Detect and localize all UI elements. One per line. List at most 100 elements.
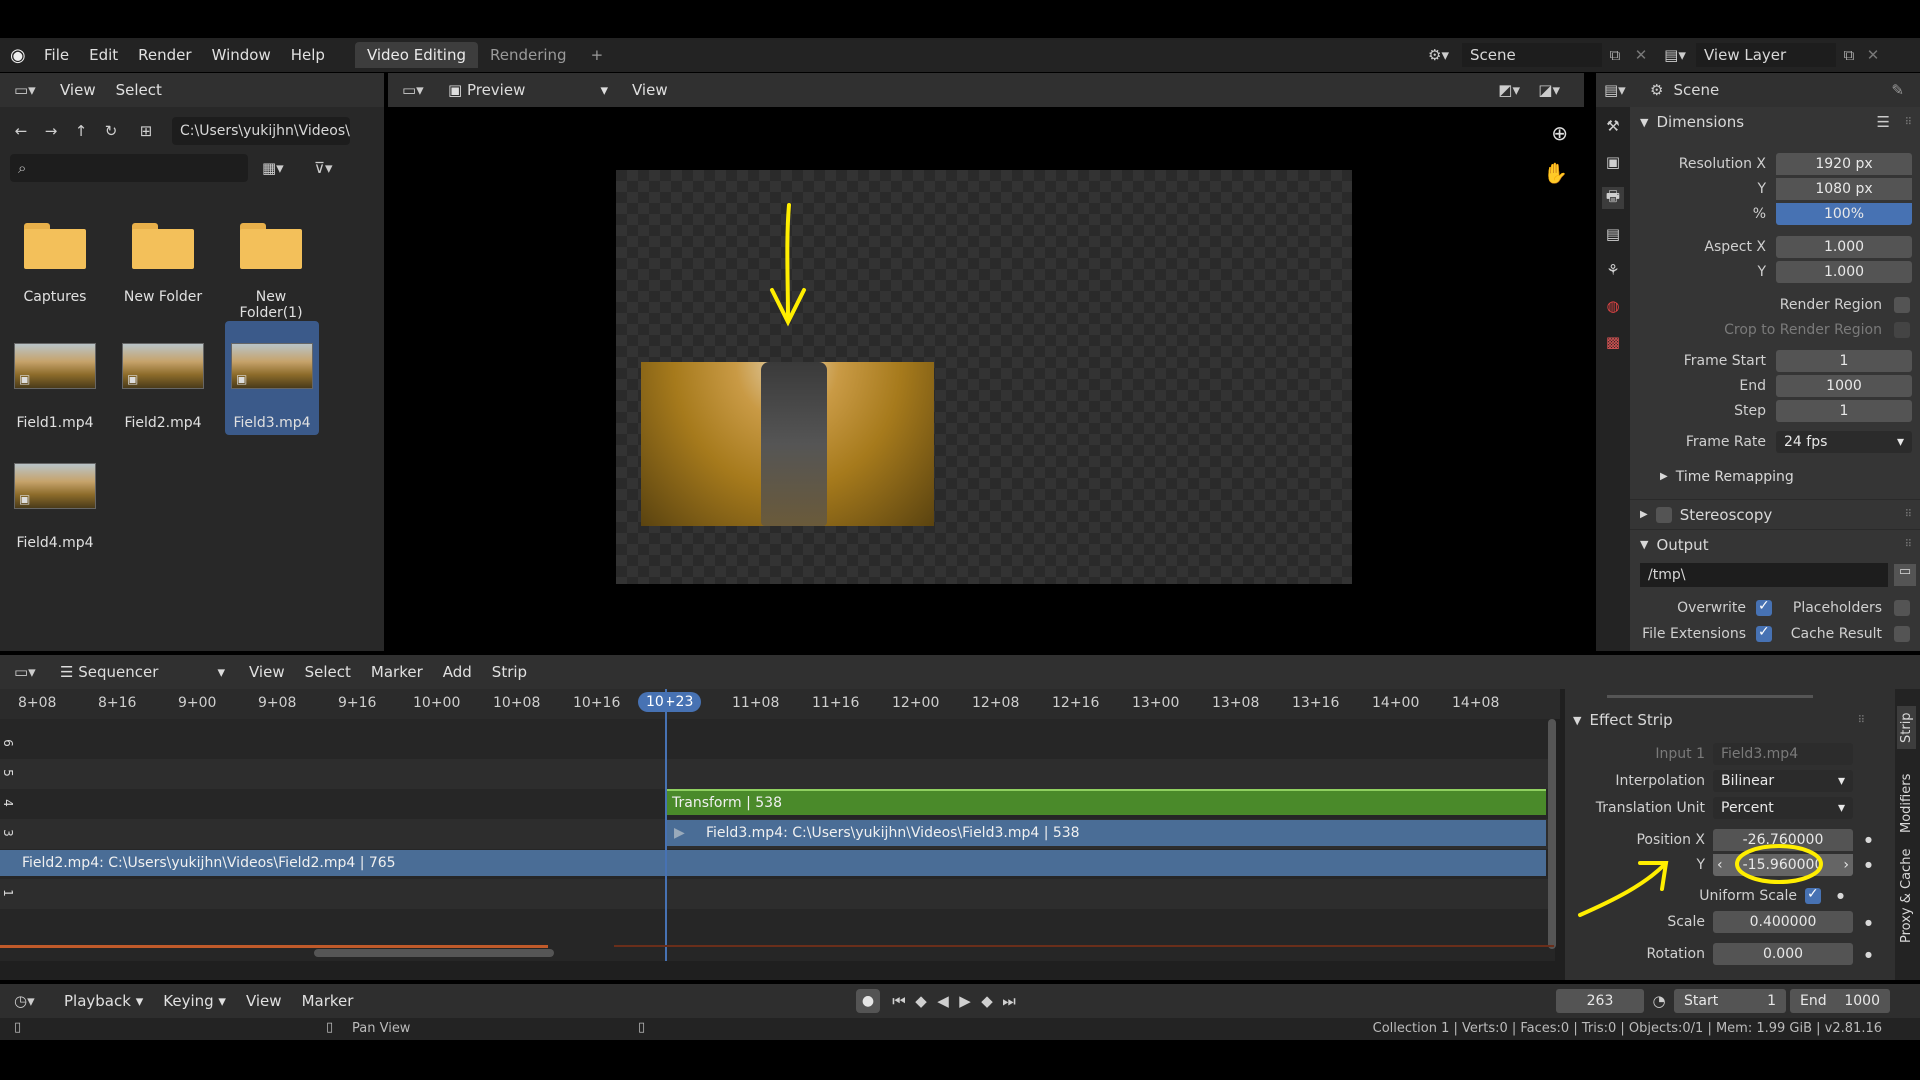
menu-window[interactable]: Window (202, 46, 281, 64)
zoom-icon[interactable]: ⊕ (1551, 121, 1568, 145)
editor-type-icon[interactable]: ▭▾ (14, 663, 50, 681)
output-path-field[interactable]: /tmp\ (1640, 563, 1888, 587)
keyframe-dot-icon[interactable]: ● (1865, 950, 1872, 959)
menu-marker[interactable]: Marker (292, 992, 364, 1010)
horizontal-scrollbar[interactable] (314, 949, 554, 957)
resolution-y-field[interactable]: 1080 px (1776, 177, 1912, 200)
menu-render[interactable]: Render (128, 46, 201, 64)
stopwatch-icon[interactable]: ◔ (1644, 992, 1674, 1010)
world-tab-icon[interactable]: ◍ (1602, 295, 1624, 317)
crop-region-checkbox[interactable] (1894, 321, 1910, 338)
decrement-icon[interactable]: ‹ (1717, 857, 1723, 873)
menu-help[interactable]: Help (281, 46, 335, 64)
overlay-icon[interactable]: ◪▾ (1538, 81, 1560, 99)
back-icon[interactable]: ← (6, 120, 36, 142)
scene-name-field[interactable]: Scene (1462, 43, 1602, 67)
keyframe-dot-icon[interactable]: ● (1865, 860, 1872, 869)
field3-movie-strip[interactable]: ▶ Field3.mp4: C:\Users\yukijhn\Videos\Fie… (666, 820, 1546, 846)
pin-icon[interactable]: ✎ (1891, 81, 1904, 99)
frame-end-field[interactable]: 1000 (1776, 374, 1912, 397)
record-icon[interactable]: ● (856, 989, 880, 1013)
menu-edit[interactable]: Edit (79, 46, 128, 64)
file-extensions-checkbox[interactable] (1756, 624, 1772, 642)
scene-selector-icon[interactable]: ⚙▾ (1428, 46, 1462, 64)
menu-view[interactable]: View (239, 663, 295, 681)
placeholders-checkbox[interactable] (1894, 599, 1910, 616)
editor-type-icon[interactable]: ▭▾ (14, 81, 50, 99)
play-reverse-icon[interactable]: ◀ (932, 990, 954, 1012)
menu-marker[interactable]: Marker (361, 663, 433, 681)
menu-keying[interactable]: Keying ▾ (153, 992, 236, 1010)
scale-field[interactable]: 0.400000 (1713, 911, 1853, 933)
refresh-icon[interactable]: ↻ (96, 120, 126, 142)
next-keyframe-icon[interactable]: ◆ (976, 990, 998, 1012)
keyframe-dot-icon[interactable]: ● (1837, 891, 1844, 900)
menu-select[interactable]: Select (106, 81, 172, 99)
file-item-video[interactable]: Field2.mp4 (118, 343, 208, 431)
end-frame-field[interactable]: End 1000 (1790, 989, 1890, 1013)
tab-modifiers[interactable]: Modifiers (1897, 768, 1916, 839)
file-item-video[interactable]: Field4.mp4 (10, 463, 100, 551)
cache-result-checkbox[interactable] (1894, 625, 1910, 642)
tool-tab-icon[interactable]: ⚒ (1602, 115, 1624, 137)
field2-movie-strip[interactable]: Field2.mp4: C:\Users\yukijhn\Videos\Fiel… (0, 850, 1546, 876)
editor-type-icon[interactable]: ▭▾ (402, 81, 438, 99)
hand-pan-icon[interactable]: ✋ (1543, 161, 1568, 185)
output-panel-header[interactable]: ▼ Output ⠿ (1630, 529, 1920, 559)
new-scene-icon[interactable]: ⧉ (1602, 46, 1628, 64)
stereoscopy-checkbox[interactable] (1655, 506, 1672, 523)
playhead-line[interactable] (665, 689, 667, 961)
blender-logo-icon[interactable]: ◉ (10, 45, 34, 66)
tab-video-editing[interactable]: Video Editing (354, 42, 478, 68)
file-item-video-selected[interactable]: Field3.mp4 (225, 321, 319, 435)
play-icon[interactable]: ▶ (954, 990, 976, 1012)
add-workspace-button[interactable]: + (579, 42, 616, 68)
aspect-y-field[interactable]: 1.000 (1776, 260, 1912, 283)
increment-icon[interactable]: › (1843, 857, 1849, 873)
folder-browse-icon[interactable]: ▭ (1894, 564, 1916, 586)
frame-start-field[interactable]: 1 (1776, 349, 1912, 372)
tab-rendering[interactable]: Rendering (478, 42, 579, 68)
translation-unit-dropdown[interactable]: Percent ▾ (1713, 797, 1853, 819)
effect-strip-header[interactable]: ▼ Effect Strip ⠿ (1565, 705, 1895, 735)
resolution-percent-slider[interactable]: 100% (1776, 202, 1912, 225)
vertical-scrollbar[interactable] (1548, 719, 1556, 949)
jump-start-icon[interactable]: ⏮ (888, 990, 910, 1012)
menu-view[interactable]: View (50, 81, 106, 99)
aspect-x-field[interactable]: 1.000 (1776, 235, 1912, 258)
editor-type-icon[interactable]: ◷▾ (14, 992, 54, 1010)
path-field[interactable]: C:\Users\yukijhn\Videos\ (172, 117, 350, 145)
menu-file[interactable]: File (34, 46, 79, 64)
display-mode-icon[interactable]: ▦▾ (262, 159, 304, 177)
current-frame-indicator[interactable]: 10+23 (638, 692, 702, 712)
sequencer-view-type-dropdown[interactable]: ☰ Sequencer ▾ (60, 663, 225, 681)
preview-canvas[interactable] (616, 170, 1352, 584)
preview-mode-dropdown[interactable]: ▣ Preview ▾ (448, 81, 608, 99)
prev-keyframe-icon[interactable]: ◆ (910, 990, 932, 1012)
tab-proxy-cache[interactable]: Proxy & Cache (1897, 843, 1916, 949)
jump-end-icon[interactable]: ⏭ (998, 990, 1020, 1012)
display-channels-icon[interactable]: ◩▾ (1498, 81, 1520, 99)
menu-view[interactable]: View (236, 992, 292, 1010)
keyframe-dot-icon[interactable]: ● (1865, 835, 1872, 844)
render-region-checkbox[interactable] (1894, 296, 1910, 313)
forward-icon[interactable]: → (36, 120, 66, 142)
panel-resize-handle[interactable] (1607, 695, 1813, 698)
file-item-video[interactable]: Field1.mp4 (10, 343, 100, 431)
rotation-field[interactable]: 0.000 (1713, 943, 1853, 965)
dimensions-panel-header[interactable]: ▼ Dimensions ☰ ⠿ (1630, 107, 1920, 137)
menu-playback[interactable]: Playback ▾ (54, 992, 153, 1010)
resolution-x-field[interactable]: 1920 px (1776, 152, 1912, 175)
view-layer-icon[interactable]: ▤▾ (1654, 46, 1696, 64)
new-directory-icon[interactable]: ⊞ (126, 120, 166, 142)
editor-type-icon[interactable]: ▤▾ (1604, 81, 1640, 99)
render-tab-icon[interactable]: ▣ (1602, 151, 1624, 173)
time-ruler[interactable]: 8+08 8+16 9+00 9+08 9+16 10+00 10+08 10+… (0, 689, 1560, 719)
texture-tab-icon[interactable]: ▩ (1602, 331, 1624, 353)
remove-scene-icon[interactable]: ✕ (1628, 46, 1654, 64)
parent-directory-icon[interactable]: ↑ (66, 120, 96, 142)
interpolation-dropdown[interactable]: Bilinear ▾ (1713, 770, 1853, 792)
drag-handle-icon[interactable]: ⠿ (1905, 117, 1912, 128)
file-item-folder[interactable]: Captures (10, 223, 100, 305)
current-frame-field[interactable]: 263 (1556, 989, 1644, 1013)
